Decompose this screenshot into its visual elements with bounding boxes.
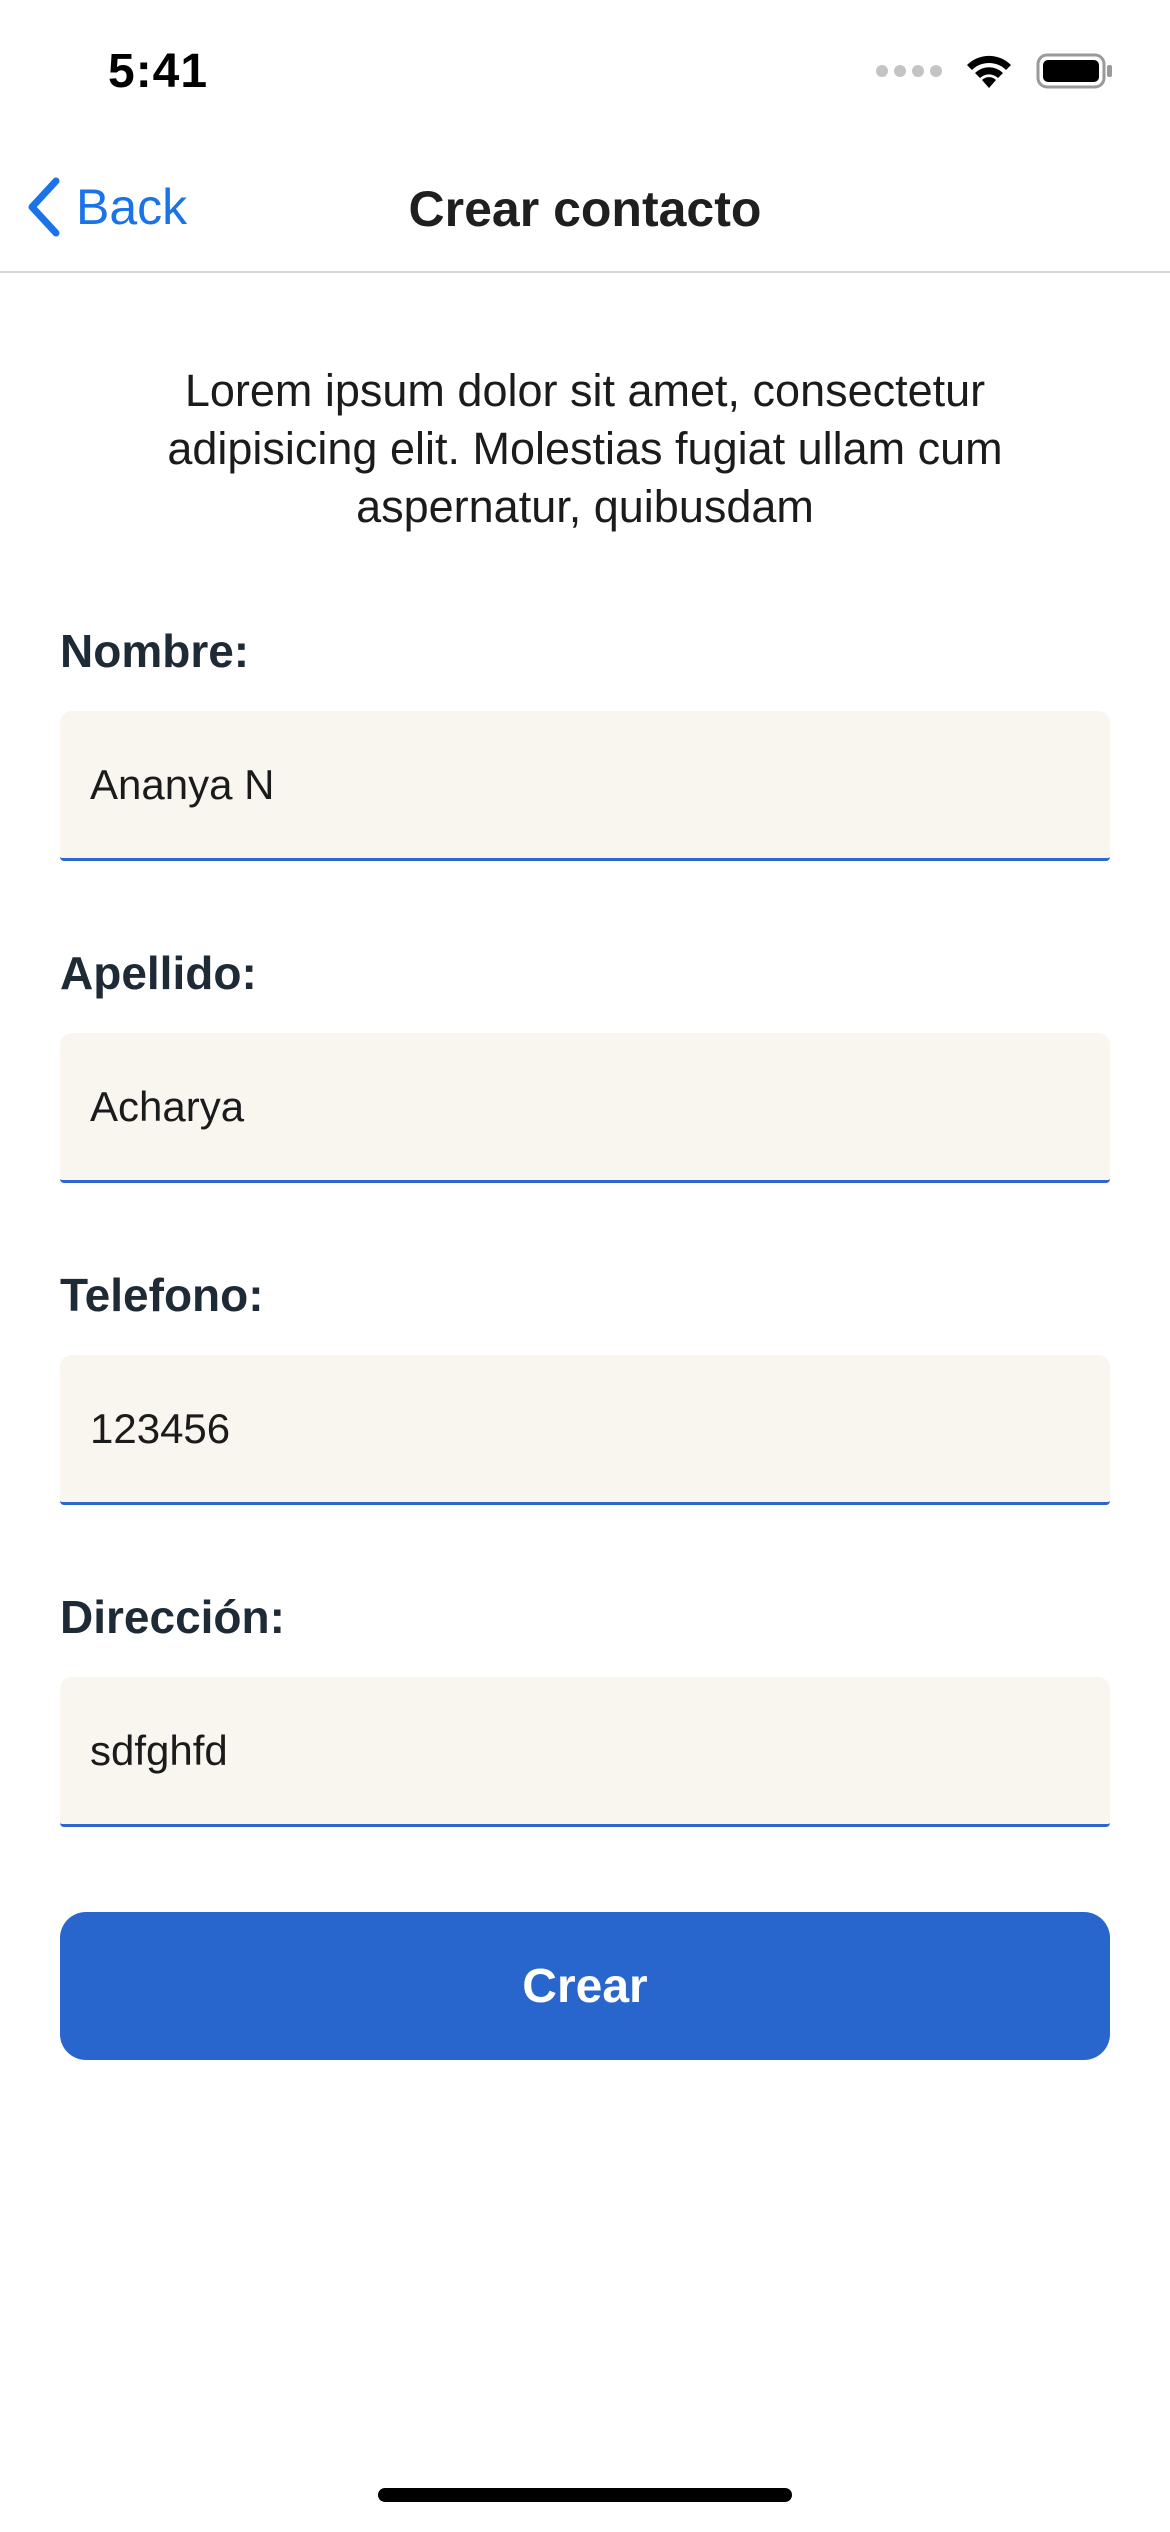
navigation-bar: Back Crear contacto <box>0 150 1170 273</box>
signal-dots-icon <box>876 65 942 77</box>
field-nombre: Nombre: <box>60 621 1110 861</box>
direccion-input[interactable] <box>60 1677 1110 1827</box>
create-button[interactable]: Crear <box>60 1912 1110 2060</box>
field-label: Nombre: <box>60 625 250 677</box>
apellido-input[interactable] <box>60 1033 1110 1183</box>
status-bar: 5:41 <box>0 0 1170 150</box>
field-apellido: Apellido: <box>60 943 1110 1183</box>
status-icons <box>876 52 1114 90</box>
field-direccion: Dirección: <box>60 1587 1110 1827</box>
telefono-input[interactable] <box>60 1355 1110 1505</box>
home-indicator <box>378 2488 792 2502</box>
field-label: Telefono: <box>60 1269 264 1321</box>
nombre-input[interactable] <box>60 711 1110 861</box>
battery-icon <box>1036 53 1112 89</box>
field-label: Dirección: <box>60 1591 285 1643</box>
intro-text: Lorem ipsum dolor sit amet, consectetur … <box>167 365 1003 532</box>
page-title: Crear contacto <box>408 181 762 237</box>
field-telefono: Telefono: <box>60 1265 1110 1505</box>
field-label: Apellido: <box>60 947 257 999</box>
wifi-icon <box>967 55 1011 88</box>
status-time: 5:41 <box>108 45 209 98</box>
